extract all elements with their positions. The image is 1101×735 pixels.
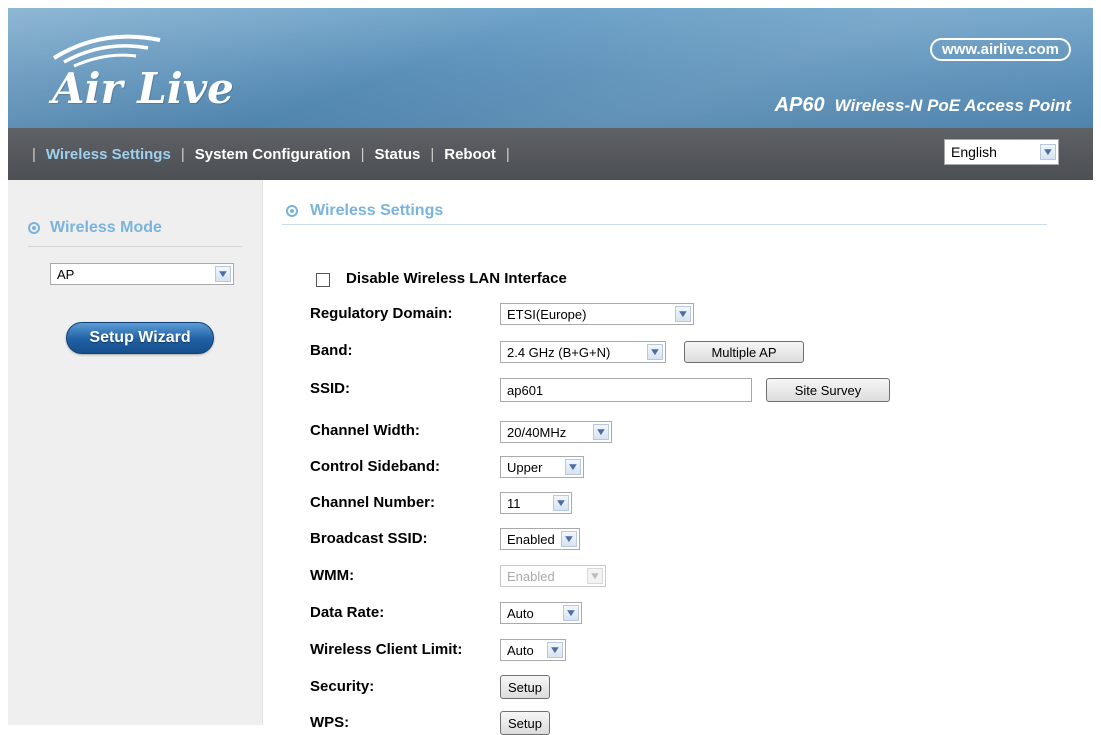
wmm-label: WMM:: [310, 567, 355, 584]
wps-label: WPS:: [310, 714, 350, 731]
sidebar-title: Wireless Mode: [50, 219, 162, 236]
chevron-down-icon[interactable]: ▼: [1040, 144, 1056, 160]
chevron-down-icon[interactable]: ▼: [215, 266, 231, 282]
chevron-down-icon[interactable]: ▼: [553, 495, 569, 511]
control-sideband-select[interactable]: Upper ▼: [500, 456, 584, 478]
regulatory-domain-value: ETSI(Europe): [507, 306, 587, 322]
wps-setup-button[interactable]: Setup: [500, 711, 550, 735]
channel-width-select[interactable]: 20/40MHz ▼: [500, 421, 612, 443]
wireless-mode-value: AP: [57, 266, 75, 282]
broadcast-ssid-label: Broadcast SSID:: [310, 530, 428, 547]
site-survey-button[interactable]: Site Survey: [766, 378, 890, 402]
product-name: Wireless-N PoE Access Point: [834, 96, 1071, 115]
nav-separator: |: [180, 145, 185, 163]
nav-item-system-configuration[interactable]: System Configuration: [195, 146, 351, 163]
data-rate-select[interactable]: Auto ▼: [500, 602, 582, 624]
band-select[interactable]: 2.4 GHz (B+G+N) ▼: [500, 341, 666, 363]
band-label: Band:: [310, 342, 353, 359]
section-header: Wireless Settings: [282, 198, 1047, 225]
disable-wlan-checkbox[interactable]: [316, 273, 330, 287]
security-setup-button[interactable]: Setup: [500, 675, 550, 699]
language-value: English: [951, 144, 997, 160]
chevron-down-icon[interactable]: ▼: [547, 642, 563, 658]
client-limit-label: Wireless Client Limit:: [310, 641, 463, 658]
chevron-down-icon[interactable]: ▼: [561, 531, 577, 547]
nav-separator: |: [505, 145, 510, 163]
client-limit-select[interactable]: Auto ▼: [500, 639, 566, 661]
broadcast-ssid-value: Enabled: [507, 531, 555, 547]
chevron-down-icon[interactable]: ▼: [593, 424, 609, 440]
control-sideband-value: Upper: [507, 459, 543, 475]
circle-bullet-icon: [28, 222, 40, 234]
nav-item-status[interactable]: Status: [375, 146, 421, 163]
channel-number-label: Channel Number:: [310, 494, 436, 511]
security-label: Security:: [310, 678, 375, 695]
chevron-down-icon[interactable]: ▼: [675, 306, 691, 322]
website-link[interactable]: www.airlive.com: [930, 38, 1071, 61]
client-limit-value: Auto: [507, 642, 534, 658]
wmm-value: Enabled: [507, 568, 555, 584]
sidebar-header: Wireless Mode: [28, 210, 242, 247]
nav-menu: | Wireless Settings | System Configurati…: [22, 128, 520, 180]
channel-width-label: Channel Width:: [310, 422, 420, 439]
wmm-select: Enabled ▼: [500, 565, 606, 587]
nav-item-reboot[interactable]: Reboot: [444, 146, 496, 163]
sidebar: Wireless Mode: [8, 180, 263, 725]
wireless-mode-select[interactable]: AP ▼: [50, 263, 234, 285]
channel-number-select[interactable]: 11 ▼: [500, 492, 572, 514]
nav-bar: | Wireless Settings | System Configurati…: [8, 128, 1093, 180]
control-sideband-label: Control Sideband:: [310, 458, 440, 475]
chevron-down-icon: ▼: [587, 568, 603, 584]
product-title: AP60 Wireless-N PoE Access Point: [775, 94, 1071, 117]
header-banner: Air Live www.airlive.com AP60 Wireless-N …: [8, 8, 1093, 128]
language-select[interactable]: English ▼: [944, 139, 1059, 165]
multiple-ap-button[interactable]: Multiple AP: [684, 341, 804, 363]
nav-item-wireless-settings[interactable]: Wireless Settings: [46, 146, 171, 163]
regulatory-domain-label: Regulatory Domain:: [310, 305, 453, 322]
model-name: AP60: [774, 94, 825, 116]
channel-width-value: 20/40MHz: [507, 424, 567, 440]
band-value: 2.4 GHz (B+G+N): [507, 344, 611, 360]
chevron-down-icon[interactable]: ▼: [565, 459, 581, 475]
chevron-down-icon[interactable]: ▼: [647, 344, 663, 360]
chevron-down-icon[interactable]: ▼: [563, 605, 579, 621]
circle-bullet-icon: [286, 205, 298, 217]
channel-number-value: 11: [507, 495, 521, 511]
ssid-label: SSID:: [310, 380, 351, 397]
ssid-input[interactable]: ap601: [500, 378, 752, 402]
nav-separator: |: [430, 145, 435, 163]
disable-wlan-label: Disable Wireless LAN Interface: [346, 270, 567, 287]
nav-separator: |: [32, 145, 36, 163]
data-rate-label: Data Rate:: [310, 604, 385, 621]
section-title: Wireless Settings: [310, 202, 444, 219]
nav-separator: |: [360, 145, 365, 163]
setup-wizard-button[interactable]: Setup Wizard: [66, 322, 214, 354]
data-rate-value: Auto: [507, 605, 534, 621]
broadcast-ssid-select[interactable]: Enabled ▼: [500, 528, 580, 550]
airlive-logo: Air Live: [52, 64, 234, 113]
regulatory-domain-select[interactable]: ETSI(Europe) ▼: [500, 303, 694, 325]
